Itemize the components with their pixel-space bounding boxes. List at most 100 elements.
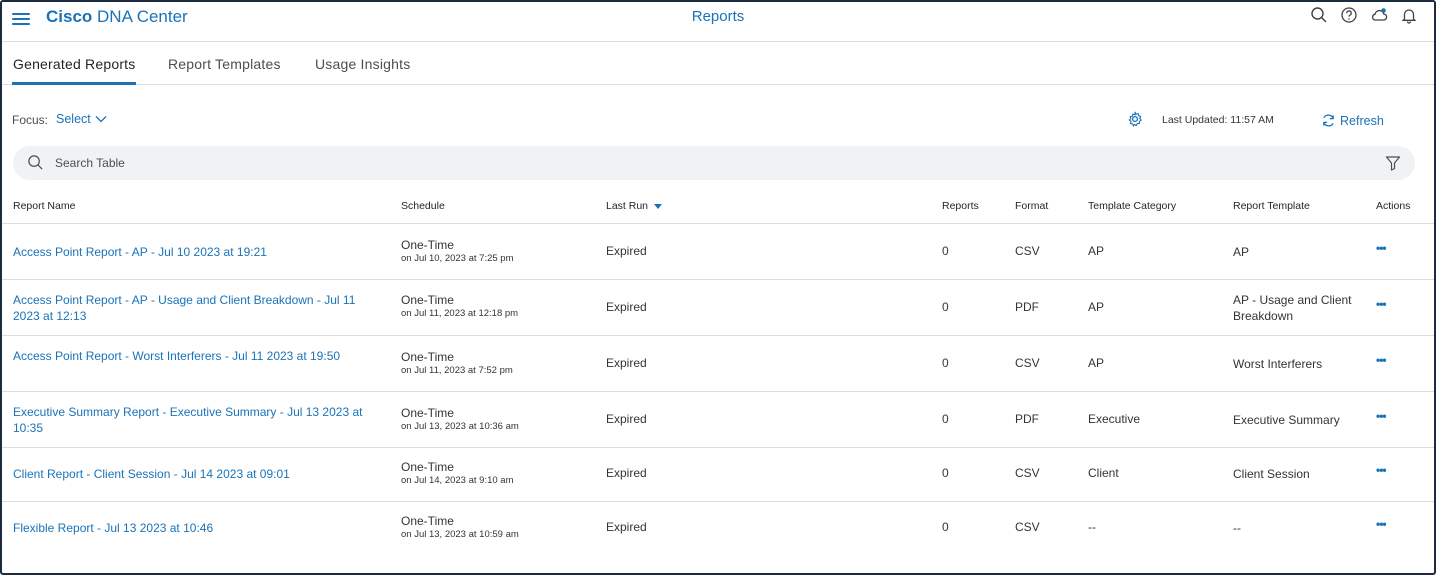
reports-table: Report Name Schedule Last Run Reports Fo… [2, 188, 1434, 556]
schedule-detail: on Jul 13, 2023 at 10:59 am [401, 529, 519, 540]
reports-count-cell: 0 [942, 520, 949, 534]
row-actions-menu-icon[interactable]: ••• [1376, 517, 1387, 531]
search-icon[interactable] [1310, 6, 1328, 24]
schedule-detail: on Jul 11, 2023 at 12:18 pm [401, 308, 519, 319]
column-header-report-template[interactable]: Report Template [1233, 200, 1310, 212]
reports-count-cell: 0 [942, 300, 949, 314]
report-template-cell: Client Session [1233, 467, 1310, 481]
help-icon[interactable] [1340, 6, 1358, 24]
cloud-icon[interactable] [1370, 6, 1388, 24]
report-name-link[interactable]: Client Report - Client Session - Jul 14 … [13, 466, 383, 482]
last-run-cell: Expired [606, 300, 647, 314]
filter-icon[interactable] [1385, 155, 1401, 171]
schedule-type: One-Time [401, 350, 454, 364]
format-cell: CSV [1015, 244, 1040, 258]
column-header-schedule[interactable]: Schedule [401, 200, 445, 212]
schedule-cell: One-Time on Jul 14, 2023 at 9:10 am [401, 460, 514, 488]
app-window: Cisco DNA Center Reports Generated Repor… [0, 0, 1436, 575]
column-header-reports[interactable]: Reports [942, 200, 979, 212]
tab-bar: Generated Reports Report Templates Usage… [2, 43, 1434, 85]
schedule-detail: on Jul 10, 2023 at 7:25 pm [401, 253, 514, 264]
table-row: Access Point Report - AP - Usage and Cli… [2, 280, 1434, 336]
row-actions-menu-icon[interactable]: ••• [1376, 297, 1387, 311]
last-run-cell: Expired [606, 520, 647, 534]
bell-icon[interactable] [1400, 6, 1418, 24]
search-icon [28, 155, 43, 170]
column-header-last-run-label: Last Run [606, 200, 649, 212]
column-header-actions: Actions [1376, 200, 1411, 212]
format-cell: PDF [1015, 300, 1039, 314]
row-actions-menu-icon[interactable]: ••• [1376, 241, 1387, 255]
schedule-cell: One-Time on Jul 11, 2023 at 12:18 pm [401, 293, 518, 321]
table-row: Flexible Report - Jul 13 2023 at 10:46 O… [2, 502, 1434, 556]
schedule-detail: on Jul 13, 2023 at 10:36 am [401, 421, 519, 432]
column-header-report-name[interactable]: Report Name [13, 200, 75, 212]
gear-icon[interactable] [1127, 111, 1143, 127]
report-name-link[interactable]: Executive Summary Report - Executive Sum… [13, 404, 383, 436]
column-header-last-run[interactable]: Last Run [606, 200, 663, 212]
last-run-cell: Expired [606, 244, 647, 258]
row-actions-menu-icon[interactable]: ••• [1376, 463, 1387, 477]
report-name-link[interactable]: Access Point Report - Worst Interferers … [13, 348, 383, 364]
active-tab-indicator [12, 82, 136, 85]
tab-generated-reports[interactable]: Generated Reports [13, 56, 135, 72]
report-template-cell: Executive Summary [1233, 413, 1340, 427]
report-template-cell: -- [1233, 521, 1241, 535]
format-cell: CSV [1015, 466, 1040, 480]
column-header-format[interactable]: Format [1015, 200, 1048, 212]
table-header: Report Name Schedule Last Run Reports Fo… [2, 188, 1434, 224]
row-actions-menu-icon[interactable]: ••• [1376, 409, 1387, 423]
report-template-cell: AP [1233, 245, 1250, 259]
schedule-type: One-Time [401, 293, 454, 307]
table-row: Client Report - Client Session - Jul 14 … [2, 448, 1434, 502]
reports-count-cell: 0 [942, 244, 949, 258]
report-name-link[interactable]: Access Point Report - AP - Usage and Cli… [13, 292, 383, 324]
schedule-type: One-Time [401, 514, 454, 528]
chevron-down-icon [95, 116, 107, 123]
schedule-cell: One-Time on Jul 13, 2023 at 10:59 am [401, 514, 519, 542]
template-category-cell: -- [1088, 520, 1096, 534]
schedule-cell: One-Time on Jul 13, 2023 at 10:36 am [401, 406, 519, 434]
schedule-type: One-Time [401, 460, 454, 474]
schedule-type: One-Time [401, 238, 454, 252]
format-cell: CSV [1015, 520, 1040, 534]
tab-usage-insights[interactable]: Usage Insights [315, 56, 410, 72]
template-category-cell: Executive [1088, 412, 1141, 426]
report-template-cell: AP - Usage and Client Breakdown [1233, 293, 1352, 323]
schedule-cell: One-Time on Jul 10, 2023 at 7:25 pm [401, 238, 514, 266]
table-row: Access Point Report - Worst Interferers … [2, 336, 1434, 392]
report-name-link[interactable]: Flexible Report - Jul 13 2023 at 10:46 [13, 520, 383, 536]
schedule-detail: on Jul 11, 2023 at 7:52 pm [401, 365, 513, 376]
refresh-button[interactable]: Refresh [1321, 113, 1384, 128]
column-header-template-category[interactable]: Template Category [1088, 200, 1176, 212]
report-name-link[interactable]: Access Point Report - AP - Jul 10 2023 a… [13, 244, 383, 260]
focus-value: Select [56, 112, 91, 126]
format-cell: CSV [1015, 356, 1040, 370]
template-category-cell: Client [1088, 466, 1119, 480]
schedule-type: One-Time [401, 406, 454, 420]
tab-report-templates[interactable]: Report Templates [168, 56, 281, 72]
reports-count-cell: 0 [942, 466, 949, 480]
last-updated-text: Last Updated: 11:57 AM [1162, 114, 1274, 126]
search-bar [13, 146, 1415, 180]
template-category-cell: AP [1088, 300, 1105, 314]
schedule-detail: on Jul 14, 2023 at 9:10 am [401, 475, 514, 486]
reports-count-cell: 0 [942, 356, 949, 370]
search-input[interactable] [55, 153, 1355, 173]
focus-label: Focus: [12, 113, 49, 127]
sort-down-icon [654, 203, 663, 209]
refresh-icon [1323, 114, 1334, 127]
template-category-cell: AP [1088, 356, 1105, 370]
row-actions-menu-icon[interactable]: ••• [1376, 353, 1387, 367]
refresh-label: Refresh [1340, 113, 1384, 128]
last-run-cell: Expired [606, 356, 647, 370]
last-run-cell: Expired [606, 412, 647, 426]
focus-dropdown[interactable]: Select [56, 112, 107, 126]
table-row: Access Point Report - AP - Jul 10 2023 a… [2, 224, 1434, 280]
page-title: Reports [691, 8, 745, 25]
last-run-cell: Expired [606, 466, 647, 480]
top-header: Cisco DNA Center Reports [2, 2, 1434, 42]
reports-count-cell: 0 [942, 412, 949, 426]
template-category-cell: AP [1088, 244, 1105, 258]
table-row: Executive Summary Report - Executive Sum… [2, 392, 1434, 448]
